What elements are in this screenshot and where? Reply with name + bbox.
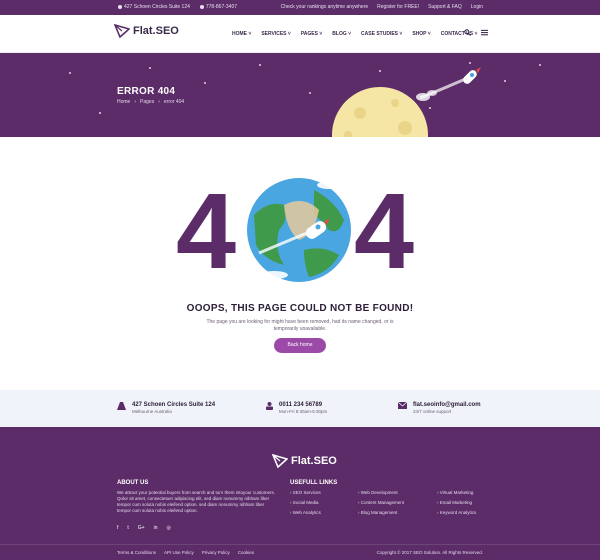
- terms-link[interactable]: Terms & Conditions: [117, 550, 156, 555]
- about-text: We attract your potential buyers from se…: [117, 490, 275, 514]
- footer-link[interactable]: › Content Management: [358, 500, 404, 505]
- logo-text: Flat.SEO: [133, 25, 179, 37]
- topbar-link-login[interactable]: Login: [471, 4, 483, 10]
- footer-link[interactable]: › Keyword Analytics: [437, 510, 476, 515]
- nav-item-home[interactable]: HOME ˅: [232, 31, 251, 37]
- moon-illustration: [332, 87, 428, 137]
- nav-menu: HOME ˅ SERVICES ˅ PAGES ˅ BLOG ˅ CASE ST…: [232, 31, 477, 37]
- breadcrumb-separator-icon: ›: [158, 99, 160, 105]
- logo-triangle-icon: [114, 24, 130, 38]
- footer-logo-text: Flat.SEO: [291, 455, 337, 467]
- api-policy-link[interactable]: API Use Policy: [164, 550, 194, 555]
- site-footer: Flat.SEO ABOUT US We attract your potent…: [0, 427, 600, 560]
- topbar-address: 427 Schoen Circles Suite 124: [118, 4, 190, 10]
- twitter-icon[interactable]: t: [127, 525, 128, 531]
- map-pin-icon: [118, 5, 122, 9]
- topbar-link-register[interactable]: Register for FREE!: [377, 4, 419, 10]
- phone-icon: [199, 5, 204, 9]
- topbar-link-rankings[interactable]: Check your rankings anytime anywhere: [281, 4, 369, 10]
- topbar-phone: 778-867-3407: [199, 4, 237, 10]
- logo-triangle-icon: [272, 454, 288, 468]
- hamburger-menu-icon[interactable]: [481, 29, 488, 36]
- topbar-link-support[interactable]: Support & FAQ: [428, 4, 462, 10]
- about-title: ABOUT US: [117, 480, 149, 486]
- footer-link[interactable]: › Web Development: [358, 490, 404, 495]
- nav-item-pages[interactable]: PAGES ˅: [301, 31, 322, 37]
- error-message: The page you are looking for might have …: [206, 319, 394, 332]
- search-icon[interactable]: [464, 29, 471, 36]
- google-plus-icon[interactable]: G+: [138, 525, 145, 531]
- footer-link[interactable]: › Email Marketing: [437, 500, 476, 505]
- contact-phone: 0011 234 56789 Mon-Fri 8:30am-6:30pm: [266, 402, 327, 414]
- nav-item-blog[interactable]: BLOG ˅: [332, 31, 351, 37]
- rocket-illustration: [416, 67, 481, 101]
- nav-item-services[interactable]: SERVICES ˅: [261, 31, 291, 37]
- breadcrumb-home[interactable]: Home: [117, 99, 130, 105]
- contact-email: flat.seoinfo@gmail.com 24/7 online suppo…: [398, 402, 481, 414]
- footer-bottom-bar: Terms & Conditions API Use Policy Privac…: [0, 544, 600, 560]
- copyright: Copyright © 2017 SEO Solution. All Right…: [376, 550, 483, 555]
- privacy-link[interactable]: Privacy Policy: [202, 550, 230, 555]
- links-column-1: › SEO Services › Social Media › Web Anal…: [290, 490, 321, 515]
- cookies-link[interactable]: Cookies: [238, 550, 254, 555]
- globe-rocket-illustration: [247, 178, 351, 282]
- social-links: f t G+ in ◎: [117, 525, 171, 531]
- contact-strip: 427 Schoen Circles Suite 124 Melbourne A…: [0, 390, 600, 427]
- footer-link[interactable]: › Virtual Marketing: [437, 490, 476, 495]
- breadcrumb: Home › Pages › error 404: [117, 99, 184, 105]
- error-digit-left: 4: [176, 170, 237, 291]
- footer-link[interactable]: › SEO Services: [290, 490, 321, 495]
- useful-links-title: USEFULL LINKS: [290, 480, 338, 486]
- page-header-banner: ERROR 404 Home › Pages › error 404: [0, 53, 600, 137]
- breadcrumb-current: error 404: [163, 99, 185, 105]
- envelope-icon: [398, 402, 407, 409]
- error-digit-right: 4: [354, 170, 415, 291]
- dribbble-icon[interactable]: ◎: [167, 525, 171, 531]
- breadcrumb-pages[interactable]: Pages: [140, 99, 154, 105]
- links-column-3: › Virtual Marketing › Email Marketing › …: [437, 490, 476, 515]
- footer-link[interactable]: › Blog Management: [358, 510, 404, 515]
- site-logo[interactable]: Flat.SEO: [114, 24, 179, 38]
- nav-item-shop[interactable]: SHOP ˅: [412, 31, 430, 37]
- linkedin-icon[interactable]: in: [154, 525, 158, 531]
- main-navbar: Flat.SEO HOME ˅ SERVICES ˅ PAGES ˅ BLOG …: [0, 15, 600, 53]
- nav-item-case-studies[interactable]: CASE STUDIES ˅: [361, 31, 402, 37]
- contact-address: 427 Schoen Circles Suite 124 Melbourne A…: [117, 402, 215, 414]
- map-icon: [117, 402, 126, 410]
- footer-link[interactable]: › Social Media: [290, 500, 321, 505]
- banner-decoration: [69, 62, 541, 137]
- top-bar: 427 Schoen Circles Suite 124 778-867-340…: [0, 0, 600, 15]
- page-title: ERROR 404: [117, 86, 176, 97]
- footer-link[interactable]: › Web Analytics: [290, 510, 321, 515]
- footer-logo[interactable]: Flat.SEO: [272, 454, 337, 468]
- back-home-button[interactable]: Back home: [274, 338, 326, 353]
- breadcrumb-separator-icon: ›: [134, 99, 137, 105]
- error-heading: OOOPS, THIS PAGE COULD NOT BE FOUND!: [186, 303, 414, 314]
- user-icon: [266, 402, 273, 410]
- facebook-icon[interactable]: f: [117, 525, 118, 531]
- error-section: 4 4 OOOPS, THIS PAGE COULD NOT BE FOUND!…: [0, 137, 600, 390]
- links-column-2: › Web Development › Content Management ›…: [358, 490, 404, 515]
